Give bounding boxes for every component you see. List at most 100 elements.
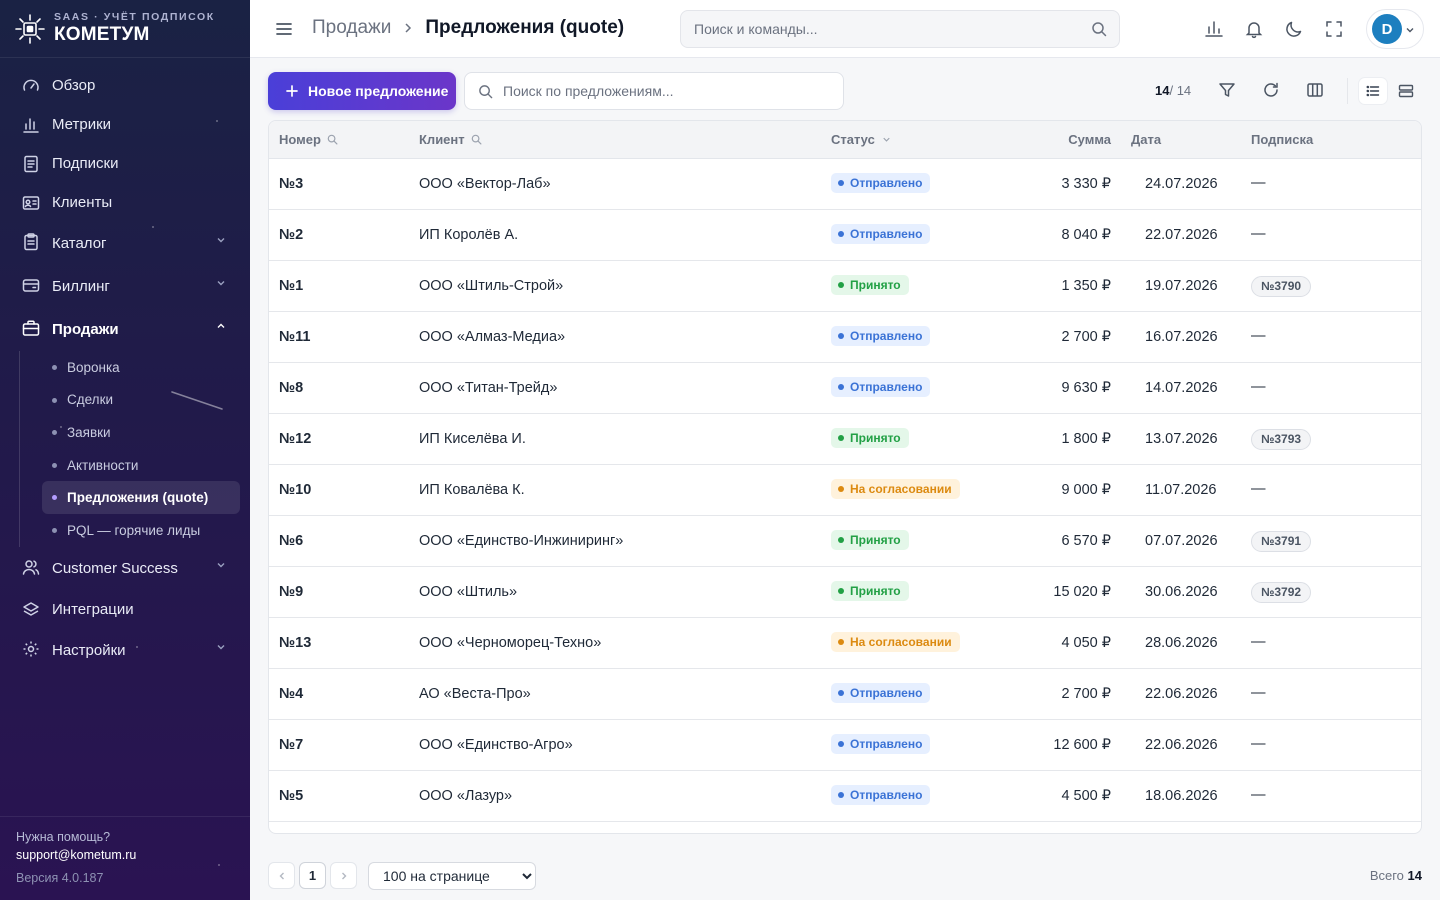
- global-search[interactable]: [680, 10, 1120, 48]
- sidebar-item-settings[interactable]: Настройки: [0, 629, 250, 672]
- client-name[interactable]: ООО «Единство-Инжиниринг»: [419, 533, 623, 549]
- client-name[interactable]: ООО «Штиль-Строй»: [419, 278, 563, 294]
- column-number[interactable]: Номер: [279, 132, 338, 147]
- list-view-toggle[interactable]: [1359, 78, 1387, 104]
- user-menu[interactable]: D: [1366, 9, 1424, 49]
- subscription-link[interactable]: №3793: [1251, 429, 1312, 450]
- sidebar-item-overview[interactable]: Обзор: [0, 66, 250, 105]
- client-name[interactable]: АО «Веста-Про»: [419, 686, 531, 702]
- subitem-deals[interactable]: Сделки: [42, 384, 240, 417]
- brand[interactable]: SAAS · УЧЁТ ПОДПИСОК КОМЕТУМ: [0, 0, 250, 58]
- search-icon[interactable]: [471, 134, 482, 145]
- table-row[interactable]: №11 ООО «Алмаз-Медиа» Отправлено 2 700 ₽ 16.…: [269, 312, 1421, 363]
- quote-number[interactable]: №1: [279, 278, 303, 294]
- fullscreen-icon[interactable]: [1324, 19, 1344, 39]
- support-email-link[interactable]: support@kometum.ru: [16, 848, 234, 862]
- status-badge: Отправлено: [831, 377, 931, 397]
- sidebar-item-billing[interactable]: Биллинг: [0, 265, 250, 308]
- table-row[interactable]: №5 ООО «Лазур» Отправлено 4 500 ₽ 18.06.2026…: [269, 771, 1421, 822]
- quote-number[interactable]: №8: [279, 380, 303, 396]
- table-row[interactable]: №10 ИП Ковалёва К. На согласовании 9 000 ₽ 1…: [269, 465, 1421, 516]
- quote-number[interactable]: №5: [279, 788, 303, 804]
- breadcrumb: Продажи Предложения (quote): [312, 17, 624, 39]
- analytics-icon[interactable]: [1204, 19, 1224, 39]
- quote-number[interactable]: №12: [279, 431, 311, 447]
- client-name[interactable]: ИП Королёв А.: [419, 227, 518, 243]
- client-name[interactable]: ООО «Единство-Агро»: [419, 737, 573, 753]
- page-size-select[interactable]: 100 на странице: [368, 862, 536, 890]
- table-row[interactable]: №1 ООО «Штиль-Строй» Принято 1 350 ₽ 19.07.2…: [269, 261, 1421, 312]
- table-row[interactable]: №9 ООО «Штиль» Принято 15 020 ₽ 30.06.2026 №3…: [269, 567, 1421, 618]
- new-quote-button[interactable]: Новое предложение: [268, 72, 456, 110]
- client-name[interactable]: ООО «Штиль»: [419, 584, 517, 600]
- subitem-funnel[interactable]: Воронка: [42, 351, 240, 384]
- column-sum[interactable]: Сумма: [1068, 132, 1111, 147]
- quote-search[interactable]: [464, 72, 844, 110]
- table-row[interactable]: №2 ИП Королёв А. Отправлено 8 040 ₽ 22.07.20…: [269, 210, 1421, 261]
- compact-view-icon[interactable]: [1398, 83, 1414, 99]
- briefcase-icon: [22, 320, 40, 336]
- quote-number[interactable]: №11: [279, 329, 311, 345]
- search-icon[interactable]: [327, 134, 338, 145]
- global-search-input[interactable]: [681, 11, 1061, 47]
- total-value: 14: [1407, 868, 1422, 883]
- subscription-link[interactable]: №3791: [1251, 531, 1312, 552]
- sidebar-item-integrations[interactable]: Интеграции: [0, 590, 250, 629]
- quote-number[interactable]: №3: [279, 176, 303, 192]
- sidebar-item-sales[interactable]: Продажи: [0, 308, 250, 351]
- next-page-button[interactable]: [330, 862, 357, 889]
- filter-icon[interactable]: [1218, 81, 1236, 99]
- table-row[interactable]: №4 АО «Веста-Про» Отправлено 2 700 ₽ 22.06.2…: [269, 669, 1421, 720]
- quote-number[interactable]: №7: [279, 737, 303, 753]
- table-row[interactable]: №7 ООО «Единство-Агро» Отправлено 12 600 ₽ 2…: [269, 720, 1421, 771]
- chevron-down-icon[interactable]: [881, 134, 892, 145]
- subscription-link[interactable]: №3790: [1251, 276, 1312, 297]
- subscription-link[interactable]: №3792: [1251, 582, 1312, 603]
- sidebar-item-customer-success[interactable]: Customer Success: [0, 547, 250, 590]
- subitem-requests[interactable]: Заявки: [42, 416, 240, 449]
- sidebar-item-catalog[interactable]: Каталог: [0, 222, 250, 265]
- client-name[interactable]: ООО «Титан-Трейд»: [419, 380, 557, 396]
- refresh-icon[interactable]: [1262, 81, 1280, 99]
- menu-icon[interactable]: [274, 19, 294, 39]
- subscription-empty: —: [1251, 634, 1266, 650]
- bell-icon[interactable]: [1244, 19, 1264, 39]
- table-row[interactable]: №8 ООО «Титан-Трейд» Отправлено 9 630 ₽ 14.0…: [269, 363, 1421, 414]
- client-name[interactable]: ООО «Алмаз-Медиа»: [419, 329, 565, 345]
- client-name[interactable]: ООО «Лазур»: [419, 788, 512, 804]
- client-name[interactable]: ИП Киселёва И.: [419, 431, 526, 447]
- column-client[interactable]: Клиент: [419, 132, 482, 147]
- table-row[interactable]: №13 ООО «Черноморец-Техно» На согласовании…: [269, 618, 1421, 669]
- client-name[interactable]: ООО «Черноморец-Техно»: [419, 635, 601, 651]
- sidebar-item-metrics[interactable]: Метрики: [0, 105, 250, 144]
- status-badge: Отправлено: [831, 785, 931, 805]
- column-status[interactable]: Статус: [831, 132, 892, 147]
- moon-icon[interactable]: [1284, 19, 1304, 39]
- breadcrumb-parent[interactable]: Продажи: [312, 17, 391, 39]
- table-body: №3 ООО «Вектор-Лаб» Отправлено 3 330 ₽ 24.07…: [269, 159, 1421, 822]
- column-date[interactable]: Дата: [1131, 132, 1161, 147]
- quote-number[interactable]: №2: [279, 227, 303, 243]
- sidebar-item-subscriptions[interactable]: Подписки: [0, 144, 250, 183]
- client-name[interactable]: ООО «Вектор-Лаб»: [419, 176, 551, 192]
- page-number-button[interactable]: 1: [299, 862, 326, 889]
- sidebar-item-clients[interactable]: Клиенты: [0, 183, 250, 222]
- subitem-activities[interactable]: Активности: [42, 449, 240, 482]
- columns-icon[interactable]: [1306, 81, 1324, 99]
- subitem-quotes[interactable]: Предложения (quote): [42, 481, 240, 514]
- prev-page-button[interactable]: [268, 862, 295, 889]
- subitem-pql[interactable]: PQL — горячие лиды: [42, 514, 240, 547]
- quote-search-input[interactable]: [503, 73, 833, 109]
- quote-number[interactable]: №9: [279, 584, 303, 600]
- client-name[interactable]: ИП Ковалёва К.: [419, 482, 525, 498]
- quote-number[interactable]: №6: [279, 533, 303, 549]
- column-subscription[interactable]: Подписка: [1251, 132, 1313, 147]
- table-row[interactable]: №12 ИП Киселёва И. Принято 1 800 ₽ 13.07.202…: [269, 414, 1421, 465]
- quote-number[interactable]: №13: [279, 635, 311, 651]
- table-row[interactable]: №6 ООО «Единство-Инжиниринг» Принято 6 570 …: [269, 516, 1421, 567]
- table-row[interactable]: №3 ООО «Вектор-Лаб» Отправлено 3 330 ₽ 24.07…: [269, 159, 1421, 210]
- quote-number[interactable]: №10: [279, 482, 311, 498]
- subscription-cell: —: [1251, 480, 1266, 497]
- quote-number[interactable]: №4: [279, 686, 303, 702]
- quotes-table: Номер Клиент Статус Сумма Дата Подписка …: [268, 120, 1422, 834]
